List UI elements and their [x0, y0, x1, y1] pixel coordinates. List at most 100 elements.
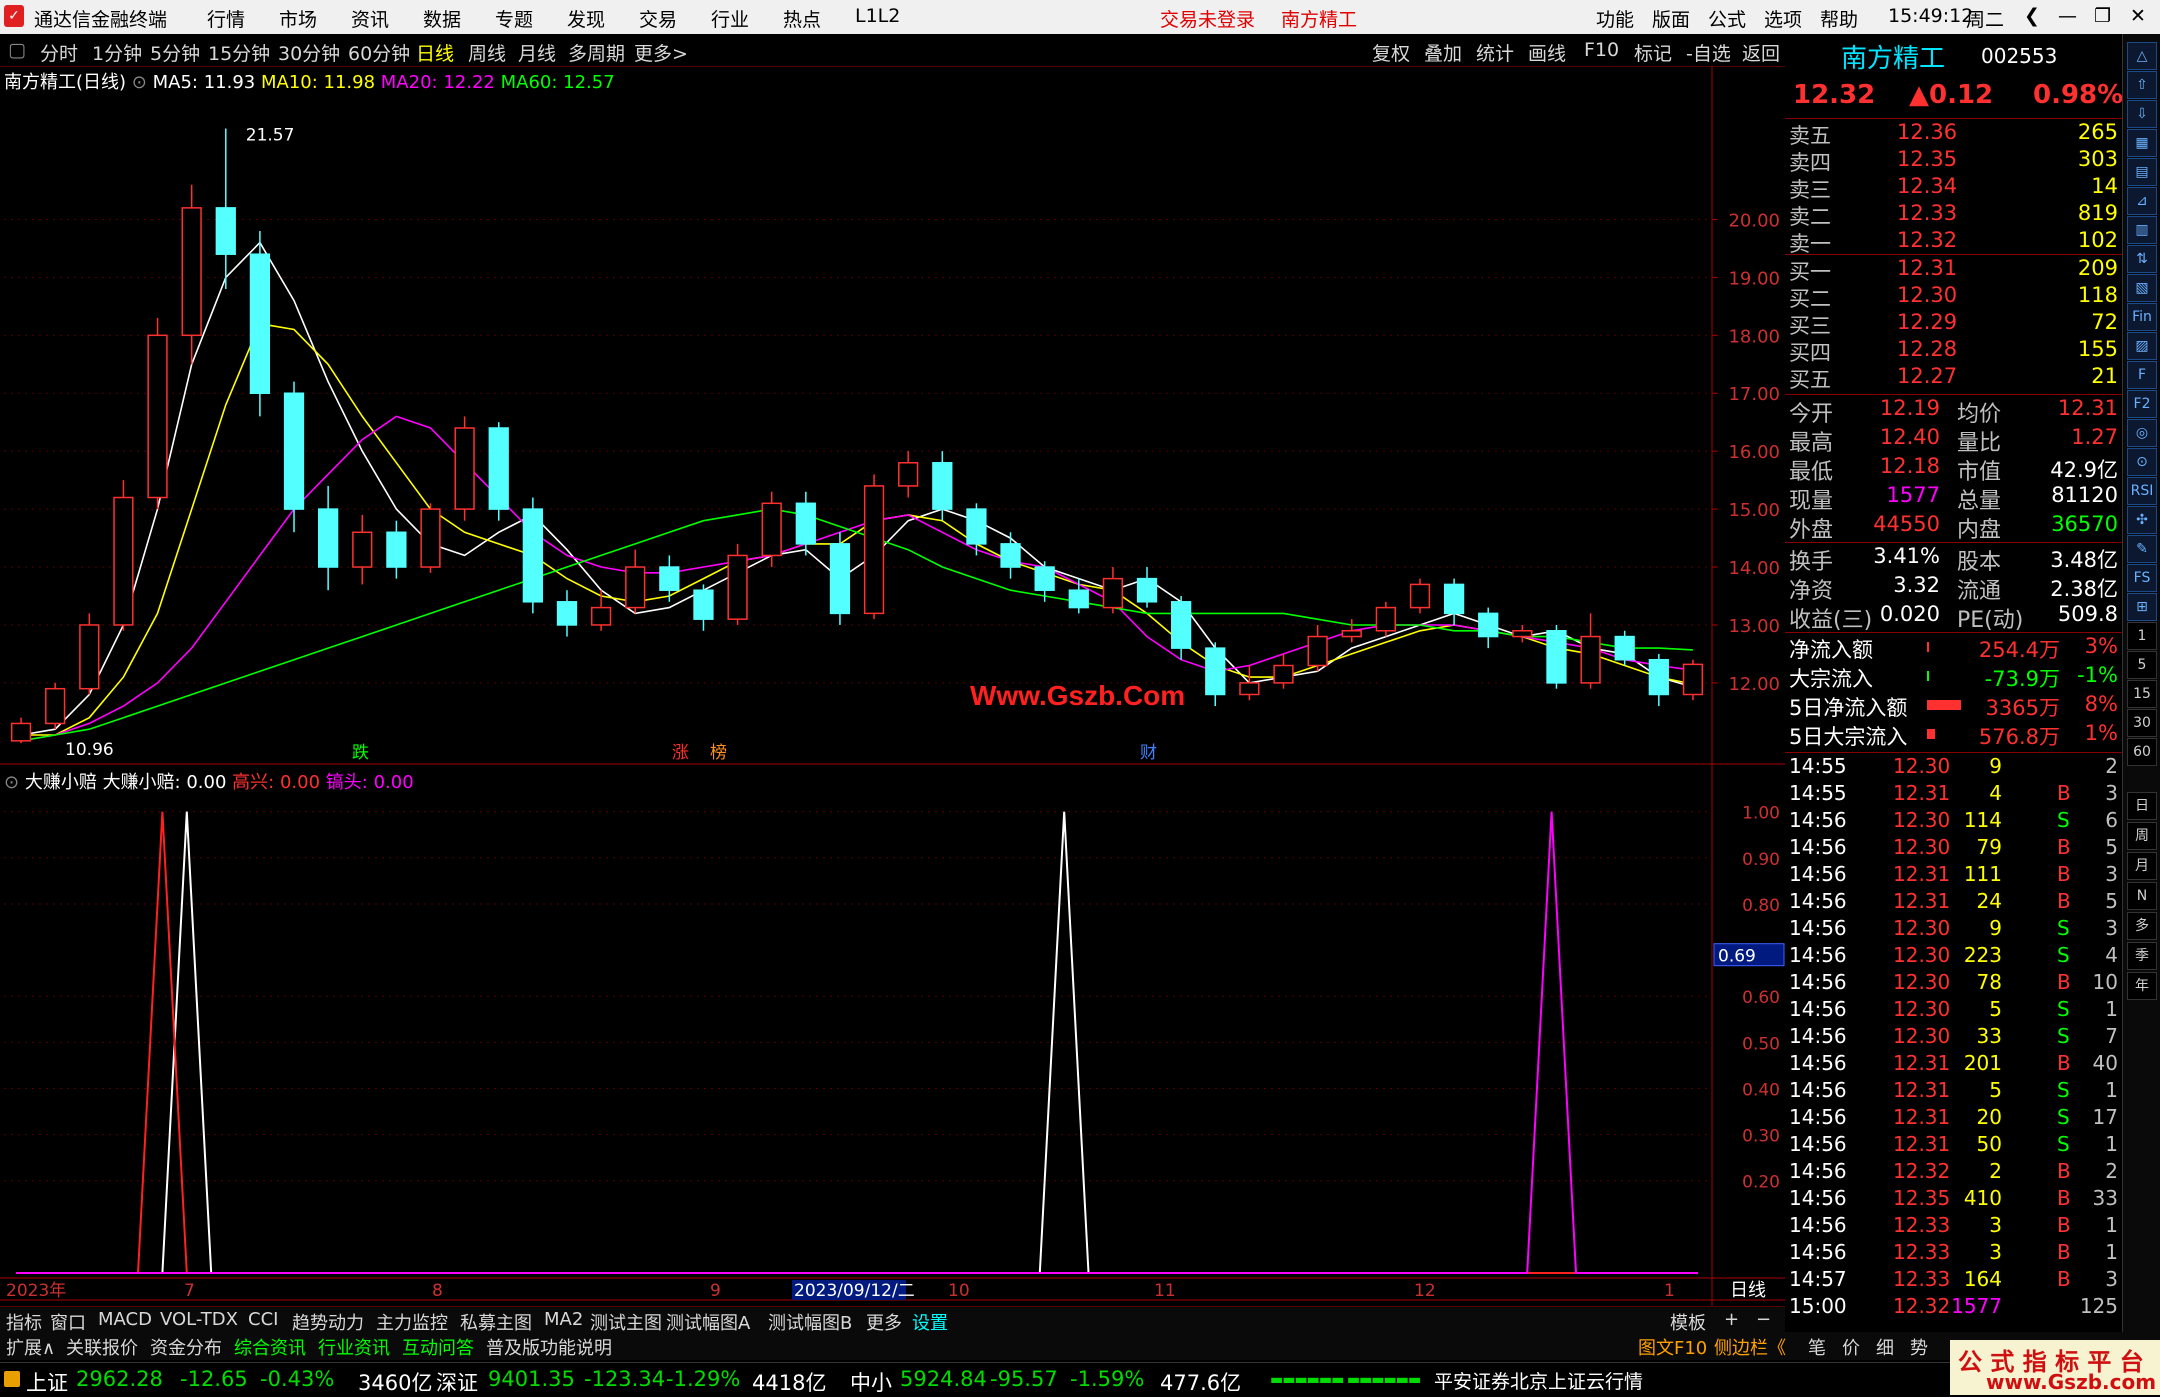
stat2-row[interactable]: 收益(三) 0.020 PE(动) 509.8: [1785, 602, 2122, 633]
side-tool-icon[interactable]: F: [2127, 361, 2157, 389]
side-tool-icon[interactable]: 日: [2127, 792, 2157, 820]
menu-redian[interactable]: 热点: [783, 5, 821, 32]
period-weekly[interactable]: 周线: [468, 39, 506, 66]
tick-row[interactable]: 14:56 12.30 5 S 1: [1785, 997, 2122, 1024]
menu-shichang[interactable]: 市场: [279, 5, 317, 32]
side-tool-icon[interactable]: 周: [2127, 822, 2157, 850]
tick-row[interactable]: 14:56 12.33 3 B 1: [1785, 1213, 2122, 1240]
indicator-tab[interactable]: MA2: [544, 1309, 583, 1330]
side-tool-icon[interactable]: △: [2127, 42, 2157, 70]
quote-header[interactable]: 南方精工 002553: [1785, 36, 2122, 74]
side-tool-icon[interactable]: 年: [2127, 972, 2157, 1000]
flow-row[interactable]: 大宗流入 -73.9万 -1%: [1785, 663, 2122, 692]
event-marker[interactable]: 跌: [352, 743, 369, 763]
panel-toggle[interactable]: 侧边栏《: [1714, 1334, 1786, 1360]
side-tool-icon[interactable]: ✣: [2127, 506, 2157, 534]
menu-jiaoyi[interactable]: 交易: [639, 5, 677, 32]
event-marker[interactable]: 榜: [710, 743, 727, 763]
ask-row-4[interactable]: 卖四 12.35 303: [1785, 147, 2122, 175]
stat-row[interactable]: 现量 1577 总量 81120: [1785, 483, 2122, 514]
extension-tab[interactable]: 行业资讯: [318, 1334, 390, 1360]
side-tool-icon[interactable]: FS: [2127, 564, 2157, 592]
side-tool-icon[interactable]: ▧: [2127, 274, 2157, 302]
tool-tongji[interactable]: 统计: [1476, 39, 1514, 66]
side-tool-icon[interactable]: ⇅: [2127, 245, 2157, 273]
side-tool-icon[interactable]: 60: [2127, 738, 2157, 766]
menu-bangzhu[interactable]: 帮助: [1820, 5, 1858, 32]
tick-row[interactable]: 15:00 12.32 1577 125: [1785, 1294, 2122, 1321]
menu-faxian[interactable]: 发现: [567, 5, 605, 32]
ask-row-2[interactable]: 卖二 12.33 819: [1785, 201, 2122, 229]
restore-icon[interactable]: ❐: [2094, 5, 2111, 27]
side-tool-icon[interactable]: ⊙: [2127, 448, 2157, 476]
bid-row-2[interactable]: 买二 12.30 118: [1785, 283, 2122, 311]
stat-row[interactable]: 最高 12.40 量比 1.27: [1785, 425, 2122, 456]
period-30min[interactable]: 30分钟: [278, 39, 340, 66]
ask-row-1[interactable]: 卖一 12.32 102: [1785, 228, 2122, 256]
side-tool-icon[interactable]: ⇧: [2127, 71, 2157, 99]
tick-row[interactable]: 14:56 12.31 201 B 40: [1785, 1051, 2122, 1078]
side-tool-icon[interactable]: 15: [2127, 680, 2157, 708]
side-tool-icon[interactable]: N: [2127, 882, 2157, 910]
sz-name[interactable]: 深证: [436, 1367, 478, 1397]
side-tool-icon[interactable]: ⊿: [2127, 187, 2157, 215]
tick-row[interactable]: 14:56 12.31 5 S 1: [1785, 1078, 2122, 1105]
side-tool-icon[interactable]: ▨: [2127, 332, 2157, 360]
tool-fanhui[interactable]: 返回: [1742, 39, 1780, 66]
menu-gongneng[interactable]: 功能: [1596, 5, 1634, 32]
period-1min[interactable]: 1分钟: [92, 39, 142, 66]
tick-row[interactable]: 14:56 12.35 410 B 33: [1785, 1186, 2122, 1213]
bid-row-5[interactable]: 买五 12.27 21: [1785, 364, 2122, 392]
template-control[interactable]: −: [1756, 1309, 1771, 1330]
period-60min[interactable]: 60分钟: [348, 39, 410, 66]
menu-zixun[interactable]: 资讯: [351, 5, 389, 32]
side-tool-icon[interactable]: ⇩: [2127, 100, 2157, 128]
stat-row[interactable]: 今开 12.19 均价 12.31: [1785, 396, 2122, 427]
menu-gongshi[interactable]: 公式: [1708, 5, 1746, 32]
period-fenshi[interactable]: 分时: [40, 39, 78, 66]
flow-row[interactable]: 5日净流入额 3365万 8%: [1785, 692, 2122, 721]
menu-shuju[interactable]: 数据: [423, 5, 461, 32]
period-multi[interactable]: 多周期: [568, 39, 625, 66]
ask-row-3[interactable]: 卖三 12.34 14: [1785, 174, 2122, 202]
extension-tab[interactable]: 互动问答: [402, 1334, 474, 1360]
menu-xuanxiang[interactable]: 选项: [1764, 5, 1802, 32]
close-icon[interactable]: ✕: [2130, 5, 2146, 27]
zx-name[interactable]: 中小: [850, 1367, 892, 1397]
tick-row[interactable]: 14:56 12.30 114 S 6: [1785, 808, 2122, 835]
side-tool-icon[interactable]: ▦: [2127, 129, 2157, 157]
tool-huaxian[interactable]: 画线: [1528, 39, 1566, 66]
tick-row[interactable]: 14:56 12.31 20 S 17: [1785, 1105, 2122, 1132]
tick-row[interactable]: 14:57 12.33 164 B 3: [1785, 1267, 2122, 1294]
flow-row[interactable]: 5日大宗流入 576.8万 1%: [1785, 721, 2122, 750]
server-name[interactable]: 平安证券北京上证云行情: [1434, 1367, 1643, 1394]
stat-row[interactable]: 外盘 44550 内盘 36570: [1785, 512, 2122, 543]
quote-price-row[interactable]: 12.32 ▲0.12 0.98%: [1785, 80, 2123, 116]
tick-row[interactable]: 14:56 12.30 33 S 7: [1785, 1024, 2122, 1051]
extension-tab[interactable]: 关联报价: [66, 1334, 138, 1360]
menu-l1l2[interactable]: L1L2: [855, 5, 900, 27]
side-tool-icon[interactable]: ▤: [2127, 158, 2157, 186]
event-marker[interactable]: 涨: [672, 743, 689, 763]
tool-zixuan[interactable]: -自选: [1686, 39, 1731, 66]
extension-tab[interactable]: 综合资讯: [234, 1334, 306, 1360]
tick-row[interactable]: 14:55 12.30 9 2: [1785, 754, 2122, 781]
event-marker[interactable]: 财: [1140, 743, 1157, 763]
tick-row[interactable]: 14:56 12.30 79 B 5: [1785, 835, 2122, 862]
period-daily[interactable]: 日线: [416, 39, 454, 66]
period-more[interactable]: 更多>: [634, 39, 688, 66]
stat2-row[interactable]: 净资 3.32 流通 2.38亿: [1785, 573, 2122, 604]
indicator-toggle-icon[interactable]: ⊙: [4, 772, 19, 793]
back-arrow-icon[interactable]: ❮: [2024, 5, 2040, 27]
indicator-tab[interactable]: CCI: [248, 1309, 278, 1330]
side-tool-icon[interactable]: 季: [2127, 942, 2157, 970]
ask-row-5[interactable]: 卖五 12.36 265: [1785, 120, 2122, 148]
side-tool-icon[interactable]: 5: [2127, 651, 2157, 679]
status-icon[interactable]: [4, 1371, 20, 1387]
side-tool-icon[interactable]: 1: [2127, 622, 2157, 650]
tick-row[interactable]: 14:55 12.31 4 B 3: [1785, 781, 2122, 808]
sh-name[interactable]: 上证: [26, 1367, 68, 1397]
flow-row[interactable]: 净流入额 254.4万 3%: [1785, 634, 2122, 663]
side-tool-icon[interactable]: ⊞: [2127, 593, 2157, 621]
tick-row[interactable]: 14:56 12.30 223 S 4: [1785, 943, 2122, 970]
